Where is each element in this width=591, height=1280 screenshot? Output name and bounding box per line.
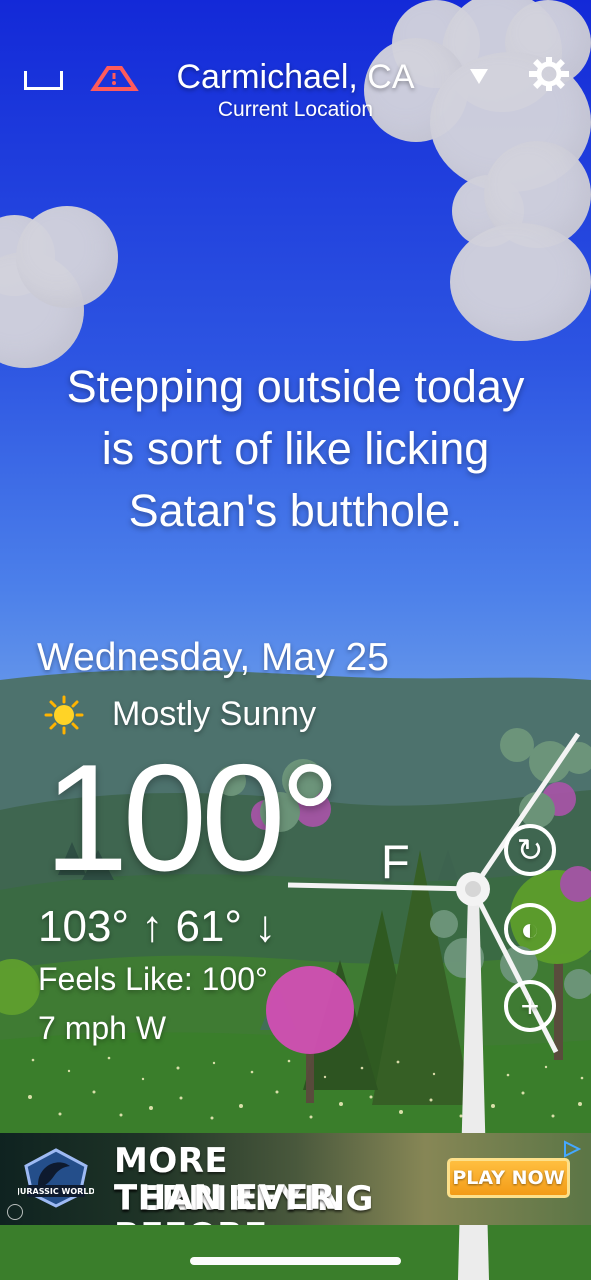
quote-line: is sort of like licking — [101, 423, 490, 474]
weather-condition: Mostly Sunny — [112, 695, 317, 733]
ad-brand-text: JURASSIC WORLD — [18, 1187, 94, 1196]
cloud — [16, 206, 118, 308]
temperature-unit: F — [381, 835, 410, 888]
add-button[interactable]: + — [504, 980, 556, 1032]
moon-icon: ◐ — [520, 911, 540, 947]
weather-quote: Stepping outside today is sort of like l… — [24, 356, 567, 542]
advertisement-banner[interactable]: JURASSIC WORLD MORE TERRIRFYING THAN EVE… — [0, 1133, 591, 1225]
current-temperature: 100° — [44, 733, 340, 903]
quote-line: Satan's butthole. — [128, 485, 463, 536]
sun-icon — [41, 694, 87, 736]
ad-play-now-button[interactable]: PLAY NOW — [447, 1158, 570, 1198]
forecast-date: Wednesday, May 25 — [37, 636, 389, 679]
square-icon[interactable] — [24, 71, 63, 90]
quote-line: Stepping outside today — [66, 361, 525, 412]
moon-button[interactable]: ◐ — [504, 903, 556, 955]
plus-icon: + — [520, 988, 540, 1024]
chevron-down-icon[interactable] — [469, 66, 489, 86]
gear-icon[interactable] — [526, 56, 572, 92]
cloud — [450, 223, 591, 341]
high-low-temperature: 103° ↑ 61° ↓ — [38, 902, 277, 951]
ad-info-icon[interactable] — [563, 1140, 582, 1158]
alert-icon[interactable] — [90, 64, 139, 92]
refresh-icon: ↻ — [516, 832, 544, 868]
feels-like-temperature: Feels Like: 100° — [38, 961, 268, 997]
ad-headline-line-2: THAN EVER BEFORE — [114, 1178, 336, 1225]
ad-choice-icon[interactable] — [7, 1204, 23, 1220]
location-title[interactable]: Carmichael, CA — [150, 57, 441, 97]
weather-app-screen: Carmichael, CA Current Location Stepping… — [0, 0, 591, 1280]
ad-logo: JURASSIC WORLD — [16, 1146, 95, 1210]
location-subtitle: Current Location — [217, 98, 374, 121]
refresh-button[interactable]: ↻ — [504, 824, 556, 876]
wind-speed: 7 mph W — [38, 1010, 167, 1046]
home-indicator — [190, 1257, 401, 1265]
